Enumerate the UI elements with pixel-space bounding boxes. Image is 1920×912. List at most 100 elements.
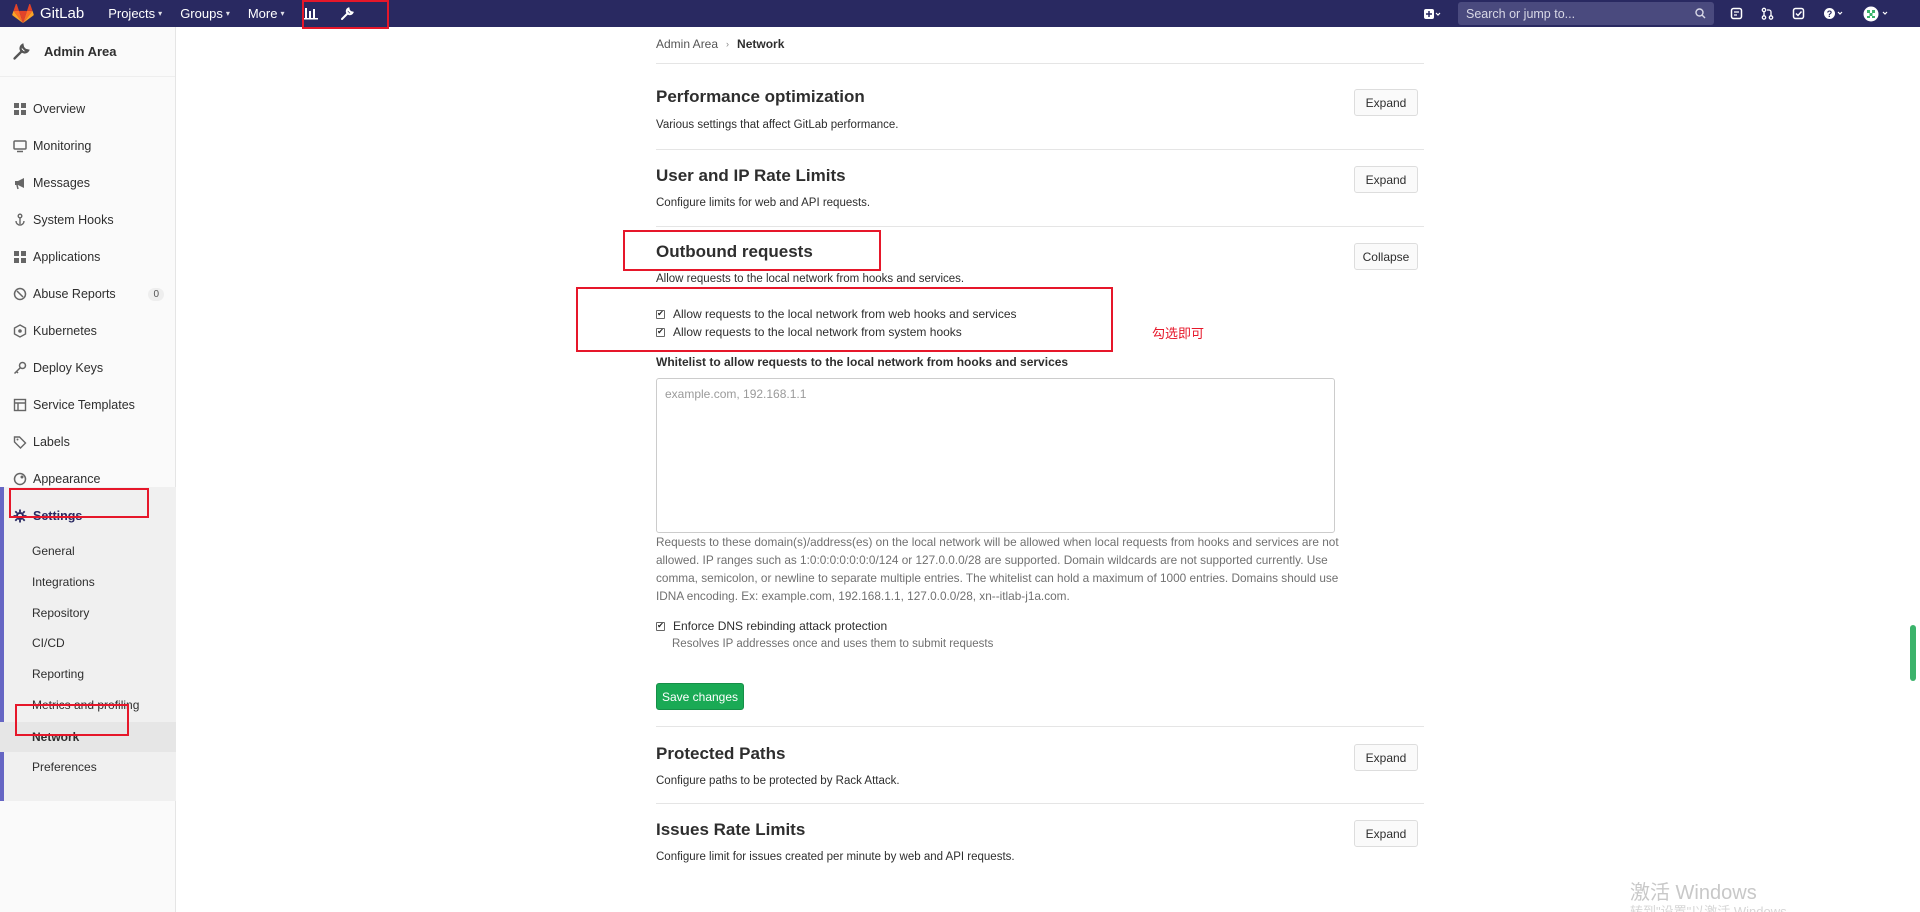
allow-web-hooks-checkbox-row[interactable]: ✔ Allow requests to the local network fr… [656,307,1017,321]
section-desc-issues-rate: Configure limit for issues created per m… [656,851,1015,863]
scrollbar-thumb[interactable] [1910,625,1916,681]
sidebar-item-label: Overview [33,102,86,116]
hook-icon [15,213,25,226]
sidebar-item-label: Applications [33,250,101,264]
section-title-outbound: Outbound requests [656,242,813,261]
merge-requests-icon[interactable] [1759,6,1775,22]
sidebar-item-label: System Hooks [33,213,114,227]
admin-sidebar: Admin Area Overview Monitoring Messages … [0,27,176,912]
sidebar-item-label: Monitoring [33,139,92,153]
gitlab-logo-icon[interactable] [12,3,34,24]
expand-protected-paths-button[interactable]: Expand [1354,744,1418,771]
sidebar-item-labels[interactable]: Labels [0,427,176,457]
whitelist-textarea[interactable]: example.com, 192.168.1.1 [656,378,1335,533]
sidebar-item-kubernetes[interactable]: Kubernetes [0,316,176,346]
section-title-issues-rate: Issues Rate Limits [656,820,806,839]
appearance-icon [13,472,27,486]
sidebar-item-label: Kubernetes [33,324,97,338]
section-desc-performance: Various settings that affect GitLab perf… [656,119,899,131]
plus-square-icon[interactable] [1421,6,1443,22]
overview-icon [14,103,26,115]
sidebar-item-abuse-reports[interactable]: Abuse Reports 0 [0,279,176,309]
kubernetes-icon [13,324,27,338]
template-icon [13,398,27,412]
sidebar-item-service-templates[interactable]: Service Templates [0,390,176,420]
settings-sub-reporting[interactable]: Reporting [0,659,176,689]
settings-sub-metrics[interactable]: Metrics and profiling [0,690,176,720]
settings-sub-preferences[interactable]: Preferences [0,752,176,782]
settings-sub-general[interactable]: General [0,536,176,566]
divider [656,803,1424,804]
chevron-right-icon: › [726,39,730,49]
todos-icon[interactable] [1790,6,1806,22]
applications-icon [14,251,26,263]
help-icon[interactable]: ? [1821,6,1847,22]
settings-sub-network[interactable]: Network [0,722,176,752]
dns-rebinding-label: Enforce DNS rebinding attack protection [673,619,888,633]
whitelist-help-text: Requests to these domain(s)/address(es) … [656,535,1339,603]
checkbox-checked[interactable]: ✔ [656,327,665,337]
search-icon [1695,8,1706,19]
sidebar-item-messages[interactable]: Messages [0,168,176,198]
breadcrumb-root[interactable]: Admin Area [656,37,718,51]
settings-sub-repository[interactable]: Repository [0,598,176,628]
whitelist-placeholder: example.com, 192.168.1.1 [665,387,807,401]
section-title-rate-limits: User and IP Rate Limits [656,166,846,185]
checkbox-checked[interactable]: ✔ [656,309,665,319]
save-changes-button[interactable]: Save changes [656,683,744,710]
settings-icon [13,509,27,523]
divider [656,726,1424,727]
allow-web-hooks-label: Allow requests to the local network from… [673,307,1017,321]
key-icon [13,361,27,375]
sidebar-item-label: Appearance [33,472,101,486]
settings-sub-cicd[interactable]: CI/CD [0,628,176,658]
admin-wrench-icon[interactable] [338,5,356,23]
allow-system-hooks-checkbox-row[interactable]: ✔ Allow requests to the local network fr… [656,325,962,339]
nav-projects[interactable]: Projects ▾ [108,6,162,21]
top-navbar: GitLab Projects ▾ Groups ▾ More ▾ Search or… [0,0,1920,27]
bullhorn-icon [15,178,24,190]
label-icon [13,436,27,449]
sidebar-item-deploy-keys[interactable]: Deploy Keys [0,353,176,383]
checkbox-checked[interactable]: ✔ [656,621,665,631]
nav-more-label: More [247,6,278,21]
section-desc-rate-limits: Configure limits for web and API request… [656,197,871,209]
brand-name[interactable]: GitLab [40,5,84,22]
breadcrumb-current[interactable]: Network [737,37,784,51]
divider [656,63,1424,64]
sidebar-item-monitoring[interactable]: Monitoring [0,131,176,161]
section-desc-protected-paths: Configure paths to be protected by Rack … [656,775,900,787]
chevron-down-icon: ▾ [225,9,230,18]
sidebar-item-label: Messages [33,176,90,190]
expand-performance-button[interactable]: Expand [1354,89,1418,116]
sidebar-item-overview[interactable]: Overview [0,94,176,124]
sidebar-item-label: Service Templates [33,398,135,412]
search-input[interactable]: Search or jump to... [1458,2,1714,25]
sidebar-item-settings[interactable]: Settings [0,501,176,531]
monitor-icon [13,140,27,153]
sidebar-item-appearance[interactable]: Appearance [0,464,176,494]
sidebar-item-system-hooks[interactable]: System Hooks [0,205,176,235]
windows-watermark-sub: 转到"设置"以激活 Windows。 [1630,904,1800,912]
section-title-protected-paths: Protected Paths [656,744,786,763]
chevron-down-icon: ▾ [158,9,163,18]
sidebar-title: Admin Area [44,44,117,59]
abuse-icon [13,287,27,301]
divider [656,149,1424,150]
avatar[interactable] [1862,6,1892,22]
dns-rebinding-checkbox-row[interactable]: ✔ Enforce DNS rebinding attack protectio… [656,619,887,633]
nav-more[interactable]: More ▾ [248,6,285,21]
sidebar-header[interactable]: Admin Area [0,27,175,77]
settings-sub-integrations[interactable]: Integrations [0,567,176,597]
expand-issues-rate-button[interactable]: Expand [1354,820,1418,847]
sidebar-item-applications[interactable]: Applications [0,242,176,272]
issues-icon[interactable] [1728,6,1744,22]
nav-groups-label: Groups [180,6,223,21]
main-content: Admin Area › Network Performance optimiz… [176,27,1920,912]
nav-groups[interactable]: Groups ▾ [180,6,230,21]
collapse-outbound-button[interactable]: Collapse [1354,243,1418,270]
sidebar-item-label: Deploy Keys [33,361,104,375]
sidebar-item-label: Settings [33,509,83,523]
expand-rate-limits-button[interactable]: Expand [1354,166,1418,193]
chart-icon[interactable] [302,5,320,23]
